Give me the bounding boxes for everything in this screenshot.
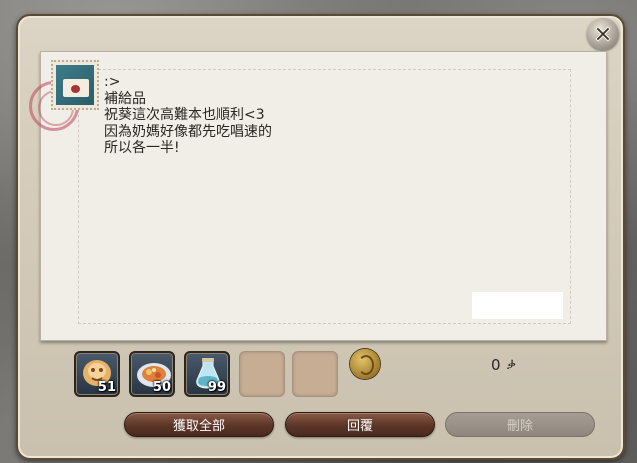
attachment-slot-5 <box>292 351 338 397</box>
reply-button[interactable]: 回覆 <box>285 412 435 437</box>
item-quantity: 51 <box>97 380 116 395</box>
item-quantity: 50 <box>152 380 171 395</box>
message-line: :> <box>104 74 121 90</box>
attachment-slot-4 <box>239 351 285 397</box>
gil-amount: 0 <box>491 356 501 374</box>
letter-message: :> 補給品 祝葵這次高難本也順利<3 因為奶媽好像都先吃唱速的 所以各一半! <box>104 74 524 157</box>
attachment-slot-1[interactable]: 51 <box>74 351 120 397</box>
blank-box <box>472 292 563 319</box>
message-line: 祝葵這次高難本也順利<3 <box>104 107 265 123</box>
gil-unit-icon: ቃ <box>507 358 516 372</box>
attachment-slot-3[interactable]: 99 <box>184 351 230 397</box>
gil-coin-icon <box>350 349 380 379</box>
message-line: 因為奶媽好像都先吃唱速的 <box>104 123 272 140</box>
message-line: 所以各一半! <box>104 140 180 156</box>
delete-button[interactable]: 刪除 <box>445 412 595 437</box>
close-icon <box>595 26 611 42</box>
close-button[interactable] <box>587 18 619 50</box>
item-quantity: 99 <box>207 380 226 395</box>
stamp-icon <box>51 60 99 110</box>
attachment-slot-2[interactable]: 50 <box>129 351 175 397</box>
message-line: 補給品 <box>104 90 146 107</box>
take-all-button[interactable]: 獲取全部 <box>124 412 274 437</box>
